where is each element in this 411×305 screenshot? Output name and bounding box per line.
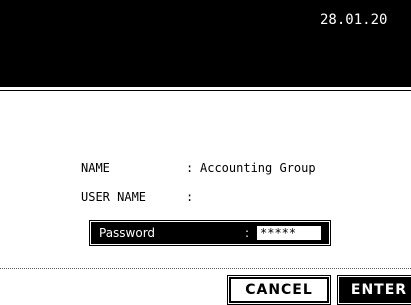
footer-divider <box>0 268 411 269</box>
name-separator: : <box>186 161 194 175</box>
user-name-row: USER NAME: <box>81 190 200 204</box>
user-name-separator: : <box>186 190 194 204</box>
password-label: Password <box>99 226 156 240</box>
name-row: NAME: Accounting Group <box>81 161 316 175</box>
password-separator: : <box>245 226 250 240</box>
date-display: 28.01.20 <box>320 12 388 28</box>
name-label: NAME <box>81 161 110 175</box>
cancel-button[interactable]: CANCEL <box>227 275 331 305</box>
header-bar: 28.01.20 <box>0 0 411 87</box>
user-name-label: USER NAME <box>81 190 147 204</box>
password-field[interactable]: Password : ***** <box>89 220 331 246</box>
login-screen: 28.01.20 NAME: Accounting Group USER NAME… <box>0 0 411 305</box>
enter-button[interactable]: ENTER <box>337 275 411 305</box>
password-input[interactable]: ***** <box>257 226 321 240</box>
panel-divider <box>0 90 411 91</box>
name-value: Accounting Group <box>200 161 316 175</box>
